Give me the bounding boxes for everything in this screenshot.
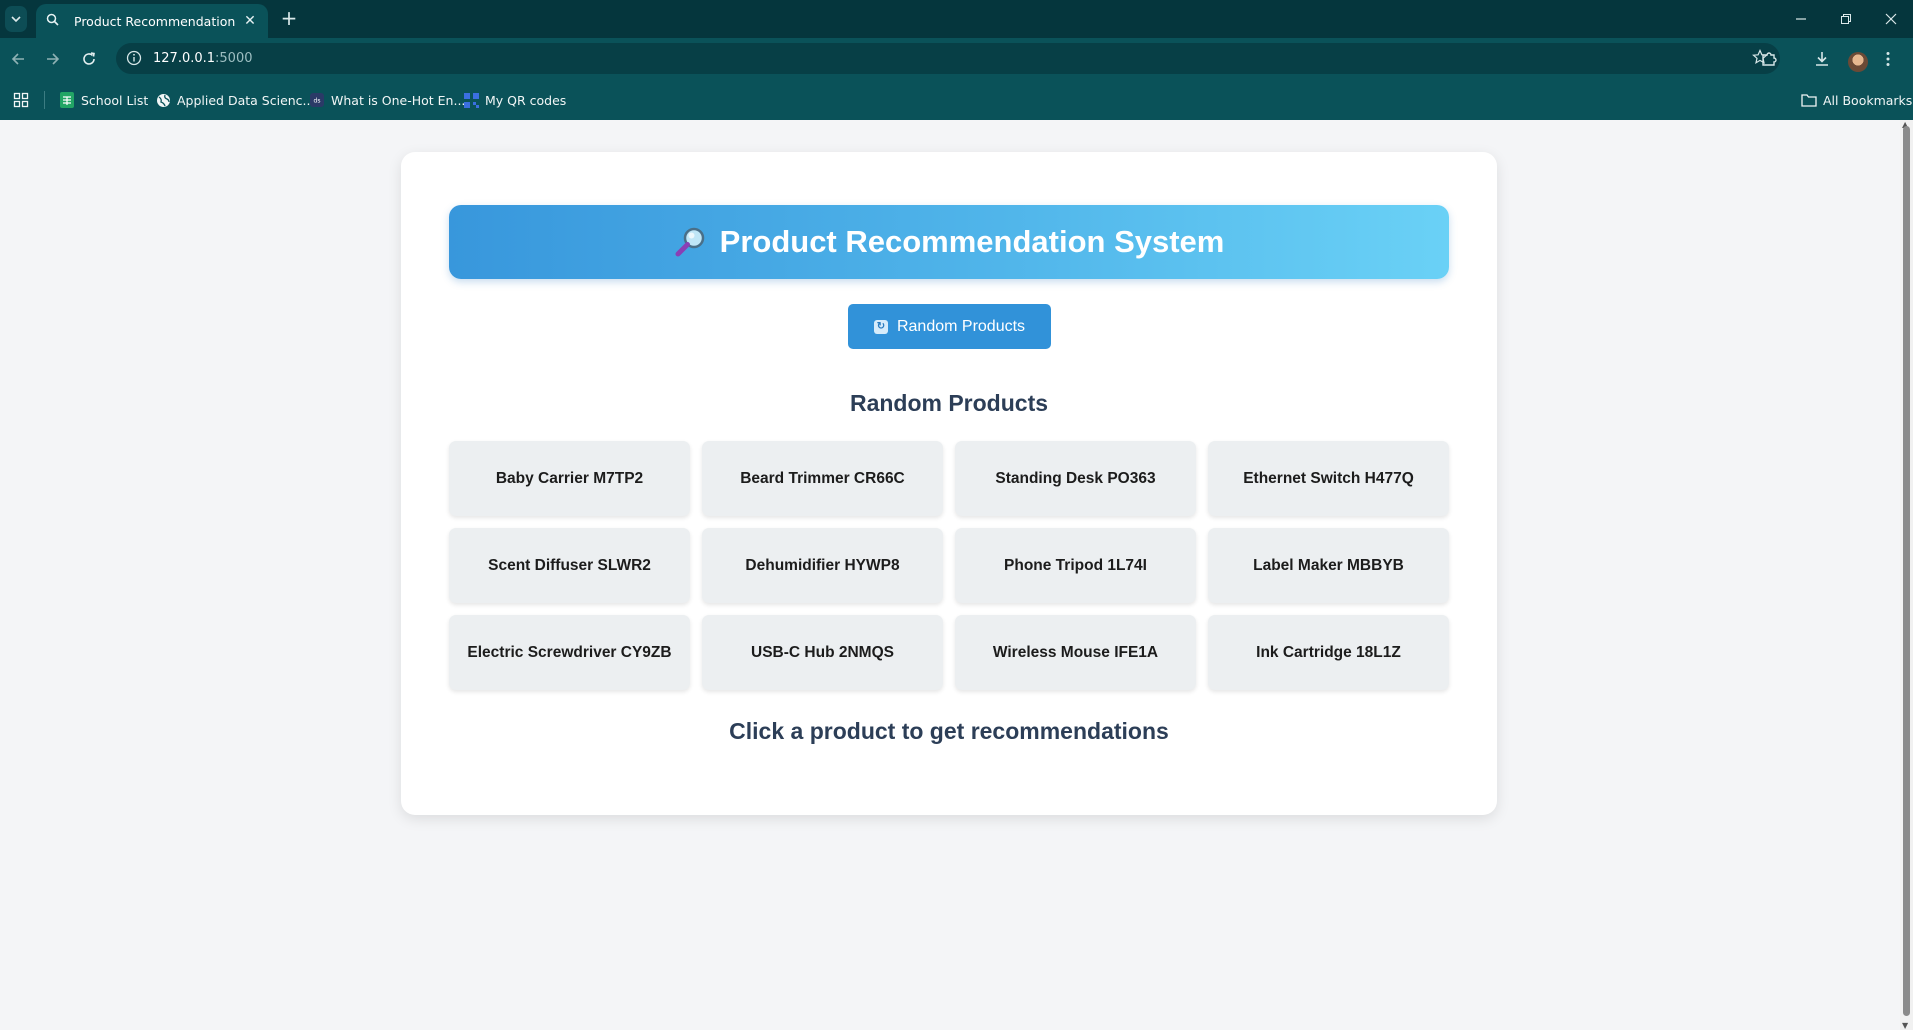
forward-button[interactable] (41, 47, 65, 71)
bookmark-one-hot-encoding[interactable]: ds What is One-Hot En... (309, 90, 465, 110)
reload-icon (83, 52, 95, 65)
product-card[interactable]: Electric Screwdriver CY9ZB (449, 615, 690, 690)
arrow-right-icon (47, 53, 60, 65)
product-card[interactable]: Beard Trimmer CR66C (702, 441, 943, 516)
scrollbar-thumb[interactable] (1903, 126, 1910, 1016)
profile-avatar[interactable] (1848, 52, 1868, 72)
product-card[interactable]: Wireless Mouse IFE1A (955, 615, 1196, 690)
new-tab-button[interactable]: + (278, 8, 300, 30)
all-bookmarks-label: All Bookmarks (1823, 92, 1913, 108)
random-products-button-label: Random Products (896, 317, 1026, 335)
apps-grid-icon (13, 92, 29, 108)
product-grid: Baby Carrier M7TP2 Beard Trimmer CR66C S… (449, 441, 1450, 690)
back-button[interactable] (6, 47, 30, 71)
site-icon: ds (309, 92, 325, 108)
puzzle-icon (1762, 52, 1777, 66)
svg-text:ds: ds (314, 98, 321, 105)
folder-icon (1801, 92, 1817, 108)
scroll-down-icon[interactable]: ▼ (1902, 1021, 1908, 1030)
url-host: 127.0.0.1 (153, 51, 216, 66)
minimize-icon (1796, 18, 1806, 20)
search-icon (46, 13, 62, 29)
qr-icon (463, 92, 479, 108)
magnifying-glass-icon (675, 227, 704, 257)
bookmarks-divider (44, 91, 45, 109)
product-card[interactable]: Standing Desk PO363 (955, 441, 1196, 516)
page-header-banner: Product Recommendation System (449, 205, 1449, 279)
sheets-icon (59, 92, 75, 108)
bookmark-school-list[interactable]: School List (59, 90, 148, 110)
tab-title: Product Recommendation (74, 13, 236, 29)
refresh-icon: ↻ (873, 319, 888, 334)
apps-button[interactable] (13, 90, 29, 110)
address-bar[interactable]: 127.0.0.1:5000 (116, 43, 1780, 74)
product-card[interactable]: USB-C Hub 2NMQS (702, 615, 943, 690)
browser-toolbar: 127.0.0.1:5000 (0, 38, 1913, 79)
download-icon (1816, 52, 1828, 66)
globe-icon (155, 92, 171, 108)
product-card[interactable]: Ink Cartridge 18L1Z (1208, 615, 1449, 690)
recommendation-hint: Click a product to get recommendations (729, 718, 1169, 744)
product-card[interactable]: Scent Diffuser SLWR2 (449, 528, 690, 603)
all-bookmarks-button[interactable]: All Bookmarks (1801, 90, 1912, 110)
tab-product-recommendation[interactable]: Product Recommendation ✕ (36, 4, 268, 38)
url-port: :5000 (215, 51, 253, 66)
menu-button[interactable] (1876, 47, 1900, 71)
bookmark-label: Applied Data Scienc... (177, 92, 315, 108)
bookmarks-bar: School List Applied Data Scienc... ds Wh… (0, 79, 1913, 120)
product-card[interactable]: Phone Tripod 1L74I (955, 528, 1196, 603)
minimize-button[interactable] (1779, 0, 1823, 38)
arrow-left-icon (11, 53, 24, 65)
bookmark-label: School List (81, 92, 149, 108)
info-icon[interactable] (126, 50, 144, 68)
extensions-button[interactable] (1757, 47, 1781, 71)
restore-icon (1841, 14, 1851, 24)
chevron-down-icon (11, 16, 21, 23)
close-icon (1885, 13, 1897, 25)
section-title: Random Products (849, 390, 1049, 416)
close-icon[interactable]: ✕ (242, 13, 258, 29)
product-card[interactable]: Baby Carrier M7TP2 (449, 441, 690, 516)
restore-button[interactable] (1824, 0, 1868, 38)
random-products-button[interactable]: ↻ Random Products (848, 304, 1051, 349)
page-scrollbar[interactable]: ▲ ▼ (1900, 120, 1913, 1030)
main-card: Product Recommendation System ↻ Random P… (401, 152, 1497, 815)
close-window-button[interactable] (1869, 0, 1913, 38)
product-card[interactable]: Dehumidifier HYWP8 (702, 528, 943, 603)
product-card[interactable]: Label Maker MBBYB (1208, 528, 1449, 603)
more-vertical-icon (1886, 52, 1890, 66)
bookmark-label: What is One-Hot En... (331, 92, 466, 108)
tab-search-button[interactable] (5, 6, 27, 32)
bookmark-applied-data-science[interactable]: Applied Data Scienc... (155, 90, 314, 110)
bookmark-label: My QR codes (485, 92, 567, 108)
product-card[interactable]: Ethernet Switch H477Q (1208, 441, 1449, 516)
tab-strip: Product Recommendation ✕ + (0, 0, 1913, 38)
page-title: Product Recommendation System (719, 224, 1225, 259)
reload-button[interactable] (77, 47, 101, 71)
bookmark-my-qr-codes[interactable]: My QR codes (463, 90, 566, 110)
downloads-button[interactable] (1810, 47, 1834, 71)
